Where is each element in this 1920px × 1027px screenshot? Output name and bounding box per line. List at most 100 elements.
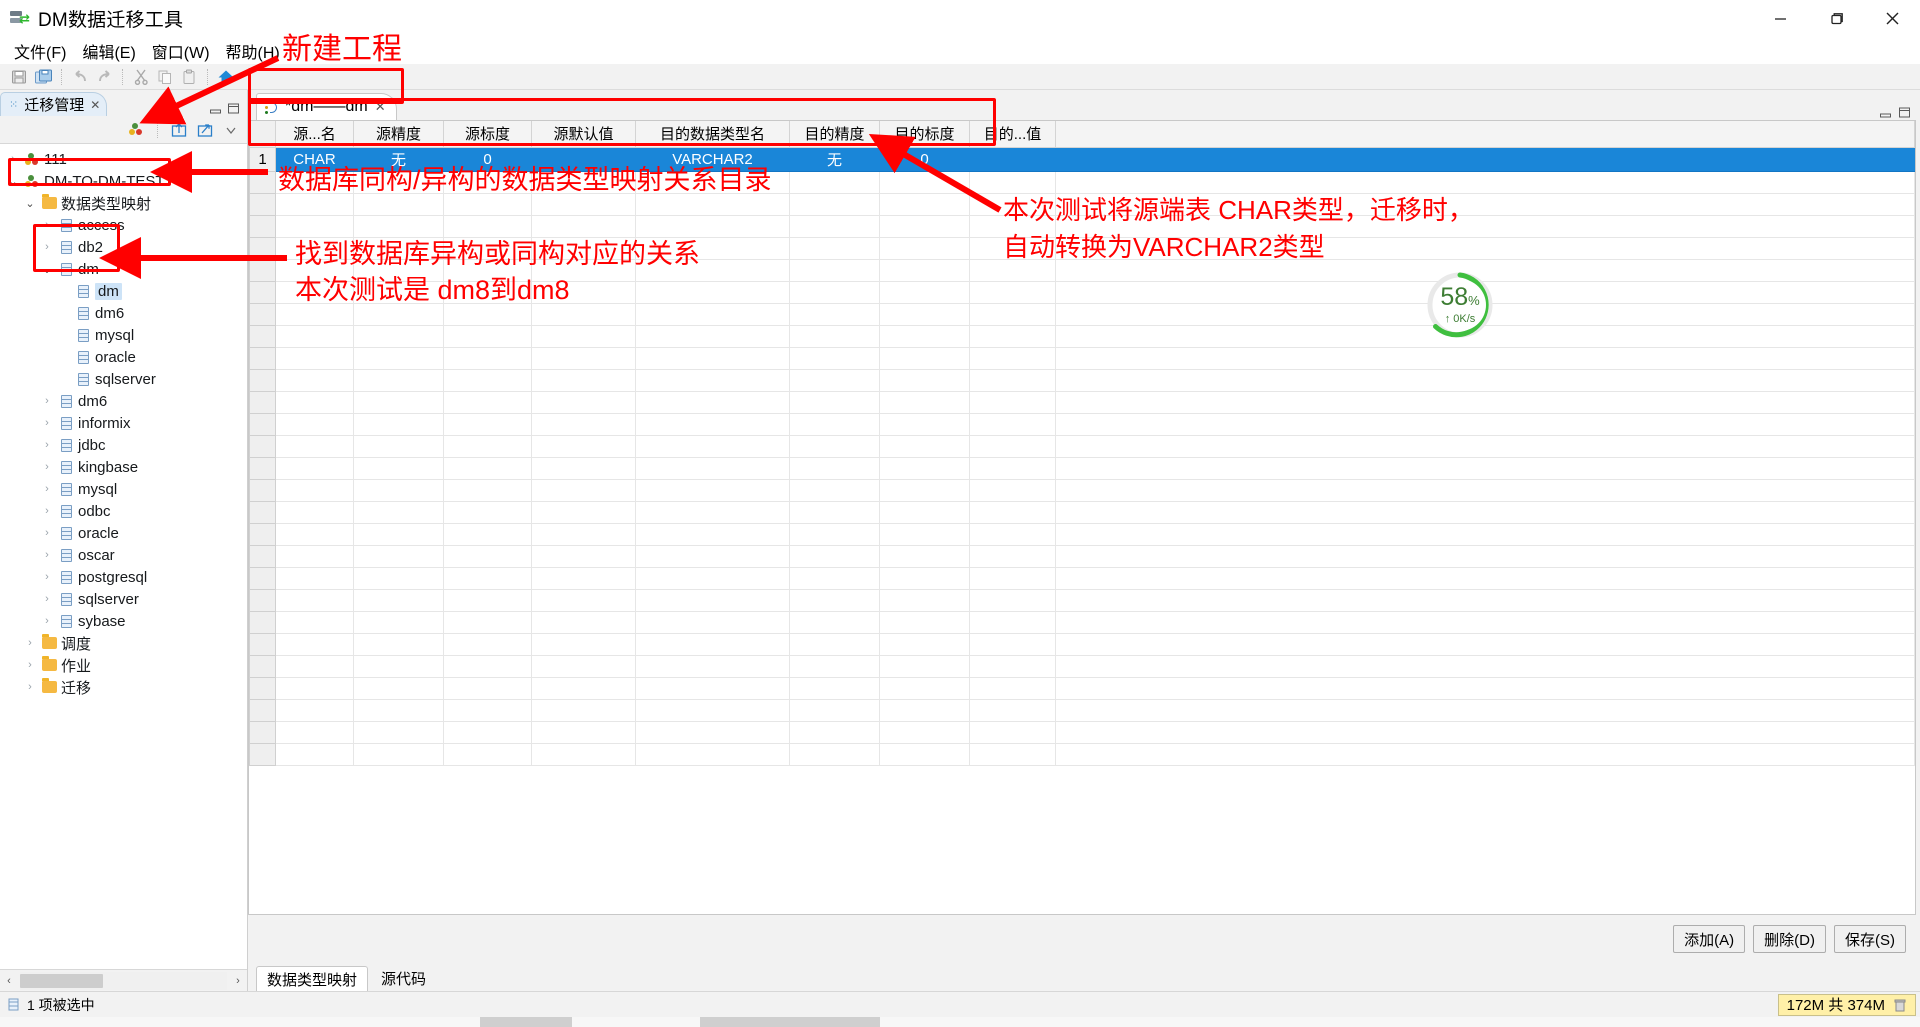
tree-item-sqlserver[interactable]: sqlserver	[0, 368, 247, 390]
cell-empty[interactable]	[1055, 412, 1915, 436]
cell-empty[interactable]	[1055, 192, 1915, 216]
tree-item-111[interactable]: › 111	[0, 148, 247, 170]
cell-empty[interactable]	[635, 280, 790, 304]
cell-empty[interactable]	[275, 522, 354, 546]
table-row[interactable]: 1 CHAR 无 0 VARCHAR2 无 0	[249, 146, 1915, 172]
tree-item--[interactable]: ⌄ 数据类型映射	[0, 192, 247, 214]
table-row-empty[interactable]	[249, 368, 1915, 392]
cell-empty[interactable]	[275, 500, 354, 524]
cell-empty[interactable]	[1055, 214, 1915, 238]
tab-data-type-mapping[interactable]: 数据类型映射	[256, 966, 369, 991]
scroll-right-icon[interactable]: ›	[229, 975, 247, 987]
cell-empty[interactable]	[531, 456, 636, 480]
cell-empty[interactable]	[635, 214, 790, 238]
cell-empty[interactable]	[443, 544, 532, 568]
tree-item--[interactable]: › 作业	[0, 654, 247, 676]
cell-empty[interactable]	[275, 544, 354, 568]
view-tab-migration-management[interactable]: ⁙ 迁移管理 ✕	[0, 92, 108, 116]
chevron-right-icon[interactable]: ›	[40, 615, 54, 627]
chevron-down-icon[interactable]: ⌄	[40, 263, 54, 276]
cell-empty[interactable]	[879, 500, 970, 524]
cell-empty[interactable]	[443, 236, 532, 260]
cell-empty[interactable]	[353, 676, 444, 700]
table-row-empty[interactable]	[249, 544, 1915, 568]
cell-empty[interactable]	[879, 742, 970, 766]
cell-empty[interactable]	[635, 654, 790, 678]
editor-tab-dm-dm[interactable]: *dm——dm ✕	[256, 93, 397, 120]
cell-empty[interactable]	[531, 192, 636, 216]
cell-empty[interactable]	[969, 632, 1056, 656]
cell-empty[interactable]	[789, 456, 880, 480]
cell-empty[interactable]	[443, 434, 532, 458]
table-row-empty[interactable]	[249, 434, 1915, 458]
tree-item-dm[interactable]: ⌄ dm	[0, 258, 247, 280]
column-header-7[interactable]: 目的...值	[969, 121, 1056, 148]
home-icon[interactable]	[215, 66, 237, 88]
table-row-empty[interactable]	[249, 302, 1915, 326]
cell-empty[interactable]	[879, 522, 970, 546]
cell-empty[interactable]	[635, 390, 790, 414]
cell-0-5[interactable]: 无	[789, 146, 880, 172]
horizontal-scrollbar[interactable]	[20, 971, 227, 990]
cell-empty[interactable]	[531, 236, 636, 260]
editor-maximize-icon[interactable]	[1898, 106, 1912, 120]
tree-item--[interactable]: › 迁移	[0, 676, 247, 698]
cell-empty[interactable]	[1055, 368, 1915, 392]
table-row-empty[interactable]	[249, 588, 1915, 612]
column-header-2[interactable]: 源标度	[443, 121, 532, 148]
cell-empty[interactable]	[353, 478, 444, 502]
table-row-empty[interactable]	[249, 192, 1915, 216]
cell-empty[interactable]	[969, 214, 1056, 238]
cell-empty[interactable]	[969, 236, 1056, 260]
cell-empty[interactable]	[531, 654, 636, 678]
tab-source-code[interactable]: 源代码	[370, 966, 437, 991]
cell-empty[interactable]	[353, 610, 444, 634]
cell-empty[interactable]	[789, 522, 880, 546]
cell-empty[interactable]	[443, 214, 532, 238]
cell-empty[interactable]	[531, 742, 636, 766]
undo-icon[interactable]	[69, 66, 91, 88]
menu-window[interactable]: 窗口(W)	[144, 39, 218, 63]
table-row-empty[interactable]	[249, 566, 1915, 590]
cell-empty[interactable]	[789, 588, 880, 612]
cell-empty[interactable]	[969, 456, 1056, 480]
cell-empty[interactable]	[531, 610, 636, 634]
cell-empty[interactable]	[531, 522, 636, 546]
cell-empty[interactable]	[1055, 676, 1915, 700]
cell-empty[interactable]	[275, 610, 354, 634]
cell-empty[interactable]	[789, 566, 880, 590]
chevron-right-icon[interactable]: ›	[40, 395, 54, 407]
cell-empty[interactable]	[879, 280, 970, 304]
cell-0-0[interactable]: CHAR	[275, 146, 354, 172]
cell-empty[interactable]	[789, 676, 880, 700]
cell-empty[interactable]	[879, 324, 970, 348]
cell-empty[interactable]	[879, 192, 970, 216]
scrollbar-thumb[interactable]	[20, 973, 103, 988]
cell-empty[interactable]	[443, 324, 532, 348]
menu-help[interactable]: 帮助(H)	[218, 39, 288, 63]
cell-empty[interactable]	[275, 566, 354, 590]
cell-empty[interactable]	[531, 324, 636, 348]
cell-empty[interactable]	[635, 302, 790, 326]
cell-empty[interactable]	[443, 698, 532, 722]
cell-empty[interactable]	[789, 632, 880, 656]
tree-item-mysql[interactable]: mysql	[0, 324, 247, 346]
cell-empty[interactable]	[443, 302, 532, 326]
cell-empty[interactable]	[879, 214, 970, 238]
cell-empty[interactable]	[531, 214, 636, 238]
tree-item-oracle[interactable]: oracle	[0, 346, 247, 368]
cell-empty[interactable]	[1055, 632, 1915, 656]
cell-empty[interactable]	[275, 324, 354, 348]
cell-empty[interactable]	[879, 698, 970, 722]
add-button[interactable]: 添加(A)	[1673, 925, 1746, 953]
cell-empty[interactable]	[531, 434, 636, 458]
cell-empty[interactable]	[275, 742, 354, 766]
column-header-3[interactable]: 源默认值	[531, 121, 636, 148]
cell-empty[interactable]	[789, 170, 880, 194]
tree-item--[interactable]: › 调度	[0, 632, 247, 654]
cell-empty[interactable]	[531, 302, 636, 326]
cell-empty[interactable]	[275, 302, 354, 326]
tree-item-oscar[interactable]: › oscar	[0, 544, 247, 566]
cell-empty[interactable]	[353, 258, 444, 282]
cell-empty[interactable]	[275, 192, 354, 216]
